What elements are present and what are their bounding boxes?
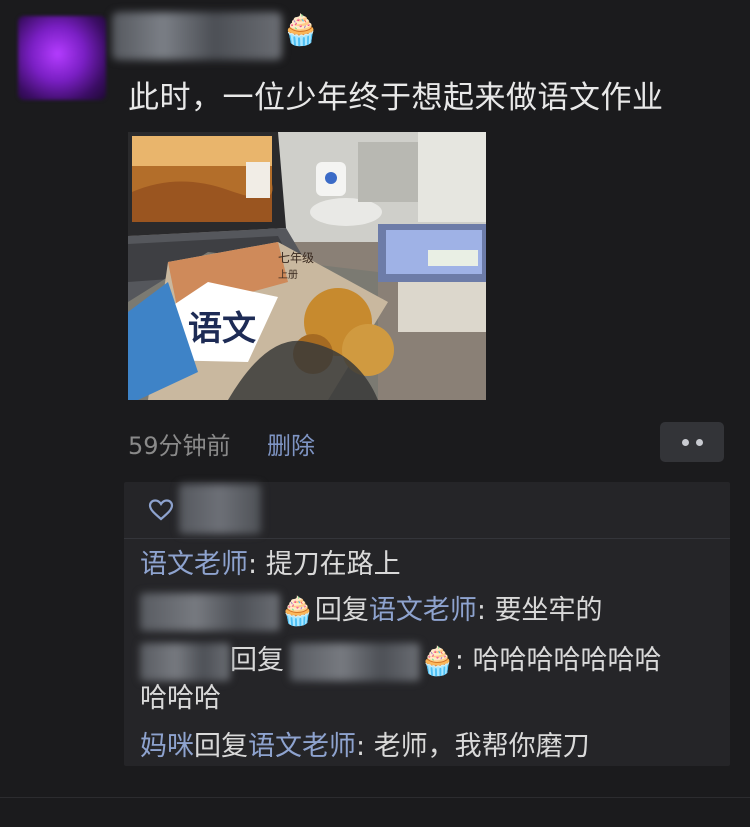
comment-separator: : — [248, 549, 266, 580]
comment-author-blurred[interactable] — [140, 592, 280, 631]
comment-author-blurred[interactable] — [140, 642, 230, 681]
likes-row — [124, 482, 730, 538]
feed-divider — [0, 797, 750, 798]
textbook-volume: 上册 — [278, 269, 298, 281]
more-icon-dot — [695, 438, 703, 446]
reply-target-blurred[interactable] — [290, 642, 420, 681]
like-user-blurred[interactable] — [179, 484, 261, 534]
comment-text: 提刀在路上 — [265, 549, 401, 580]
reply-word: 回复 — [314, 595, 369, 626]
author-emoji: 🧁 — [282, 13, 320, 48]
reply-word: 回复 — [230, 645, 284, 676]
comment-box: 语文老师: 提刀在路上 🧁回复语文老师: 要坐牢的 回复 🧁: 哈哈哈哈哈哈哈 哈… — [124, 482, 730, 766]
comment-text: 哈哈哈哈哈哈哈 — [472, 645, 662, 676]
avatar[interactable] — [18, 16, 106, 100]
reply-target[interactable]: 语文老师 — [248, 731, 356, 762]
comment-separator: : — [476, 595, 495, 626]
comment-row[interactable]: 回复 🧁: 哈哈哈哈哈哈哈 — [140, 638, 662, 681]
reply-target[interactable]: 语文老师 — [369, 595, 477, 626]
comment-author[interactable]: 妈咪 — [140, 731, 194, 762]
comment-separator: : — [454, 645, 473, 676]
textbook-title: 语文 — [188, 309, 256, 349]
more-icon — [681, 438, 689, 446]
post-photo[interactable]: 语文 七年级 上册 — [128, 132, 486, 400]
comment-row[interactable]: 语文老师: 提刀在路上 — [140, 542, 401, 581]
textbook-grade: 七年级 — [278, 251, 314, 265]
comment-text: 老师，我帮你磨刀 — [373, 731, 590, 762]
comment-row[interactable]: 妈咪回复语文老师: 老师，我帮你磨刀 — [140, 724, 590, 763]
photo-illustration: 语文 七年级 上册 — [128, 132, 486, 400]
divider — [124, 538, 730, 539]
comment-author[interactable]: 语文老师 — [140, 549, 248, 580]
comment-row[interactable]: 🧁回复语文老师: 要坐牢的 — [140, 588, 603, 631]
post-timestamp: 59分钟前 — [128, 432, 231, 460]
reply-word: 回复 — [194, 731, 248, 762]
comment-separator: : — [356, 731, 374, 762]
author-emoji: 🧁 — [280, 594, 315, 628]
delete-link[interactable]: 删除 — [267, 426, 315, 461]
author-name-blurred[interactable] — [112, 12, 282, 60]
comment-text-continued: 哈哈哈 — [140, 683, 221, 714]
more-button[interactable] — [660, 422, 724, 462]
heart-icon — [148, 499, 174, 521]
author-emoji: 🧁 — [420, 644, 455, 678]
comment-text: 要坐牢的 — [494, 595, 603, 626]
post-text: 此时，一位少年终于想起来做语文作业 — [128, 80, 664, 116]
